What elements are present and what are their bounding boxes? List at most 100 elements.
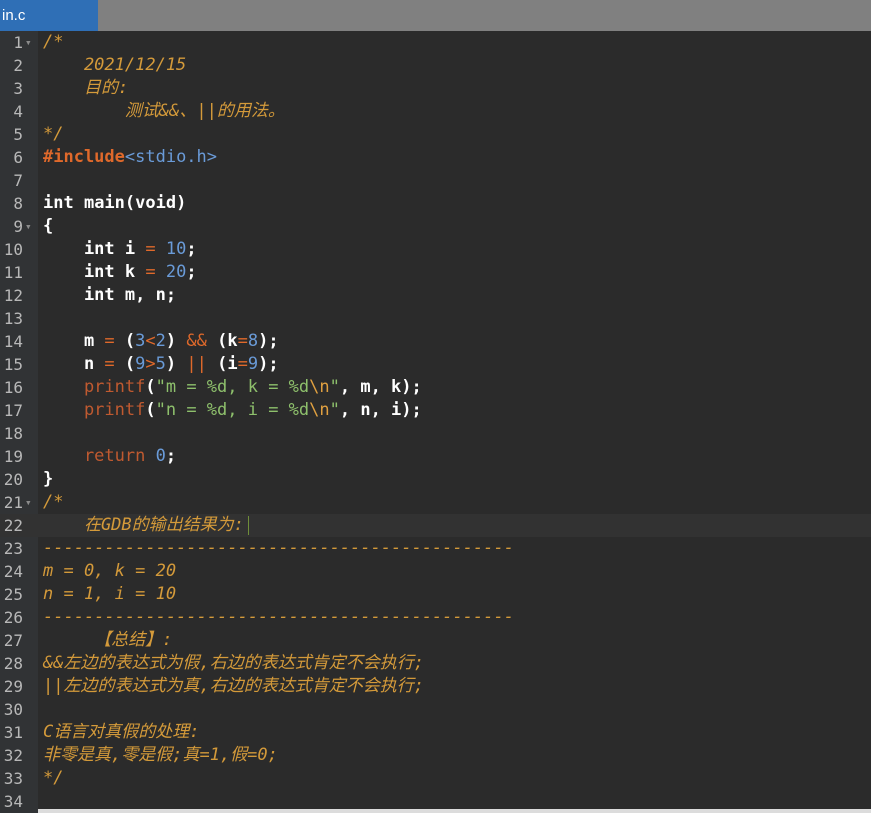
fold-toggle-icon[interactable]: ▾ (25, 215, 32, 238)
file-tab[interactable]: in.c (0, 0, 98, 31)
code-line[interactable]: 28 &&左边的表达式为假,右边的表达式肯定不会执行; (0, 652, 871, 675)
code-line[interactable]: 23 --------------------------------------… (0, 537, 871, 560)
line-number: 25 (3, 585, 23, 604)
code-token: 3 (135, 331, 146, 351)
line-number: 1 (13, 33, 23, 52)
code-line[interactable]: 33 */ (0, 767, 871, 790)
code-token: " (329, 377, 340, 397)
line-number: 3 (13, 79, 23, 98)
code-line[interactable]: 15 n = (9>5) || (i=9); (0, 353, 871, 376)
code-line[interactable]: 21 ▾ /* (0, 491, 871, 514)
line-number: 28 (3, 654, 23, 673)
code-token: = (145, 239, 156, 259)
line-code: */ (43, 767, 63, 790)
code-token: n = 1, i = 10 (43, 584, 177, 604)
code-line[interactable]: 24 m = 0, k = 20 (0, 560, 871, 583)
code-line[interactable]: 12 int m, n; (0, 284, 871, 307)
line-number: 12 (3, 286, 23, 305)
code-token: 9 (247, 354, 259, 374)
code-line[interactable]: 3 目的: (0, 77, 871, 100)
code-line[interactable]: 13 (0, 307, 871, 330)
code-token: 目的: (43, 78, 129, 98)
code-line[interactable]: 31 C语言对真假的处理: (0, 721, 871, 744)
code-line[interactable]: 29 ||左边的表达式为真,右边的表达式肯定不会执行; (0, 675, 871, 698)
line-number: 9 (13, 217, 23, 236)
line-number: 34 (3, 792, 23, 811)
code-token: m, n; (114, 285, 177, 305)
code-token: 非零是真,零是假;真=1,假=0; (43, 745, 278, 765)
fold-toggle-icon[interactable]: ▾ (25, 491, 32, 514)
file-tab-label: in.c (2, 7, 26, 24)
line-number: 29 (3, 677, 23, 696)
code-token: = (104, 331, 115, 351)
code-token: > (145, 354, 156, 374)
code-line[interactable]: 1 ▾ /* (0, 31, 871, 54)
code-line[interactable]: 6 #include<stdio.h> (0, 146, 871, 169)
code-token: 2021/12/15 (43, 55, 187, 75)
line-code: } (43, 468, 53, 491)
code-token: ) (165, 354, 187, 374)
code-token: int (43, 239, 115, 259)
horizontal-scrollbar[interactable] (38, 809, 871, 813)
line-number: 11 (3, 263, 23, 282)
line-number: 21 (3, 493, 23, 512)
code-line[interactable]: 4 测试&&、||的用法。 (0, 100, 871, 123)
code-line[interactable]: 2 2021/12/15 (0, 54, 871, 77)
line-code: n = (9>5) || (i=9); (43, 353, 279, 376)
code-line[interactable]: 11 int k = 20; (0, 261, 871, 284)
line-number: 26 (3, 608, 23, 627)
code-token: */ (43, 768, 64, 788)
code-token: ( (114, 354, 136, 374)
code-line[interactable]: 32 非零是真,零是假;真=1,假=0; (0, 744, 871, 767)
code-token: printf (43, 377, 146, 397)
code-token: int (43, 193, 74, 213)
line-number: 32 (3, 746, 23, 765)
code-token: "n = %d, i = %d (155, 400, 310, 420)
line-code: int k = 20; (43, 261, 197, 284)
code-line[interactable]: 27 【总结】: (0, 629, 871, 652)
code-token: ----------------------------------------… (43, 538, 514, 558)
code-token: = (104, 354, 115, 374)
line-number: 23 (3, 539, 23, 558)
code-token: 5 (155, 354, 166, 374)
code-line[interactable]: 26 --------------------------------------… (0, 606, 871, 629)
code-line[interactable]: 18 (0, 422, 871, 445)
code-token: i (114, 239, 146, 259)
code-line[interactable]: 10 int i = 10; (0, 238, 871, 261)
code-line[interactable]: 16 printf("m = %d, k = %d\n", m, k); (0, 376, 871, 399)
line-code: 目的: (43, 77, 128, 100)
code-token: ||左边的表达式为真,右边的表达式肯定不会执行; (43, 676, 424, 696)
code-token: m = 0, k = 20 (43, 561, 177, 581)
code-line[interactable]: 5 */ (0, 123, 871, 146)
code-editor[interactable]: 1 ▾/* 2 2021/12/15 3 目的: 4 测试&&、||的用法。 5 */6 #i… (0, 31, 871, 813)
code-line[interactable]: 9 ▾ { (0, 215, 871, 238)
code-token: \n (309, 377, 330, 397)
code-line[interactable]: 14 m = (3<2) && (k=8); (0, 330, 871, 353)
code-line[interactable]: 8 int main(void) (0, 192, 871, 215)
code-line[interactable]: 17 printf("n = %d, i = %d\n", n, i); (0, 399, 871, 422)
line-code: printf("n = %d, i = %d\n", n, i); (43, 399, 422, 422)
line-number: 14 (3, 332, 23, 351)
code-line[interactable]: 25 n = 1, i = 10 (0, 583, 871, 606)
code-line[interactable]: 30 (0, 698, 871, 721)
code-line[interactable]: 19 return 0; (0, 445, 871, 468)
code-token: \n (309, 400, 330, 420)
line-code: 2021/12/15 (43, 54, 186, 77)
fold-toggle-icon[interactable]: ▾ (25, 31, 32, 54)
code-token: 2 (155, 331, 166, 351)
code-token: &&左边的表达式为假,右边的表达式肯定不会执行; (43, 653, 424, 673)
code-token: ); (258, 354, 279, 374)
code-token: ( (114, 331, 136, 351)
line-code: return 0; (43, 445, 176, 468)
code-line[interactable]: 20} (0, 468, 871, 491)
line-code: ||左边的表达式为真,右边的表达式肯定不会执行; (43, 675, 424, 698)
code-line[interactable]: 22 在GDB的输出结果为: (0, 514, 871, 537)
code-line[interactable]: 7 (0, 169, 871, 192)
code-token: ( (145, 400, 156, 420)
line-code: C语言对真假的处理: (43, 721, 199, 744)
line-number: 10 (3, 240, 23, 259)
code-token: 9 (135, 354, 146, 374)
line-number: 33 (3, 769, 23, 788)
code-token: 【总结】: (43, 630, 173, 650)
